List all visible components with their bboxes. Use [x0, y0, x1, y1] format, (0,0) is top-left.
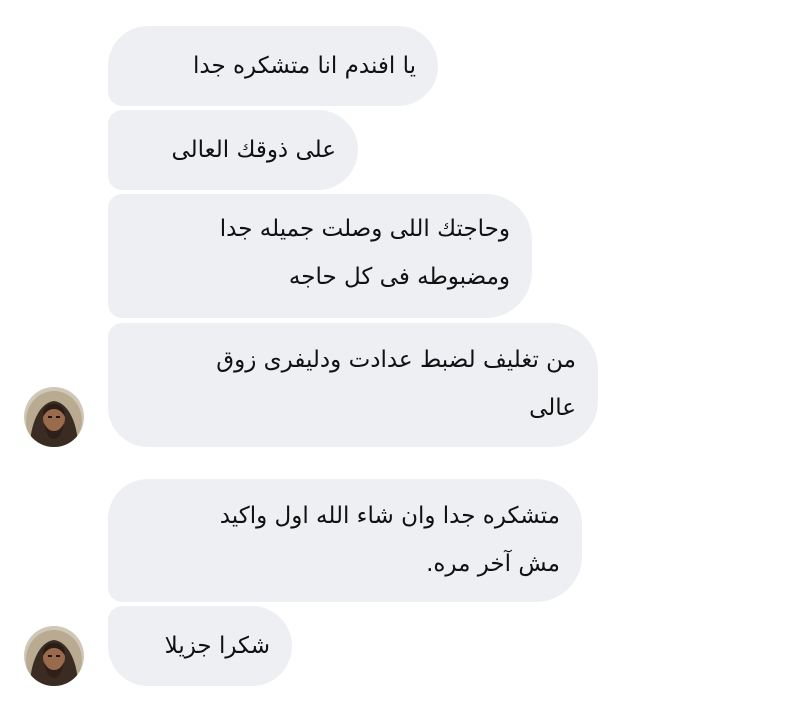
message-bubble[interactable]: من تغليف لضبط عدادت ودليفرى زوق عالى	[108, 323, 598, 447]
message-text: يا افندم انا متشكره جدا	[193, 53, 416, 79]
message-text: متشكره جدا وان شاء الله اول واكيد	[219, 503, 560, 529]
message-bubble[interactable]: على ذوقك العالى	[108, 110, 358, 190]
message-bubble[interactable]: متشكره جدا وان شاء الله اول واكيد مش آخر…	[108, 479, 582, 602]
user-portrait-icon	[24, 626, 84, 686]
message-text: وحاجتك اللى وصلت جميله جدا	[219, 216, 510, 242]
message-bubble[interactable]: يا افندم انا متشكره جدا	[108, 26, 438, 106]
message-text: مش آخر مره.	[426, 551, 560, 577]
message-text: شكرا جزيلا	[164, 633, 270, 659]
message-text: ومضبوطه فى كل حاجه	[288, 264, 510, 290]
message-text: عالى	[529, 395, 576, 421]
sender-avatar[interactable]	[24, 387, 84, 447]
sender-avatar[interactable]	[24, 626, 84, 686]
message-bubble[interactable]: وحاجتك اللى وصلت جميله جدا ومضبوطه فى كل…	[108, 194, 532, 318]
chat-thread: يا افندم انا متشكره جدا على ذوقك العالى …	[0, 0, 800, 709]
user-portrait-icon	[24, 387, 84, 447]
message-text: على ذوقك العالى	[171, 137, 336, 163]
message-text: من تغليف لضبط عدادت ودليفرى زوق	[216, 347, 576, 373]
message-bubble[interactable]: شكرا جزيلا	[108, 606, 292, 686]
